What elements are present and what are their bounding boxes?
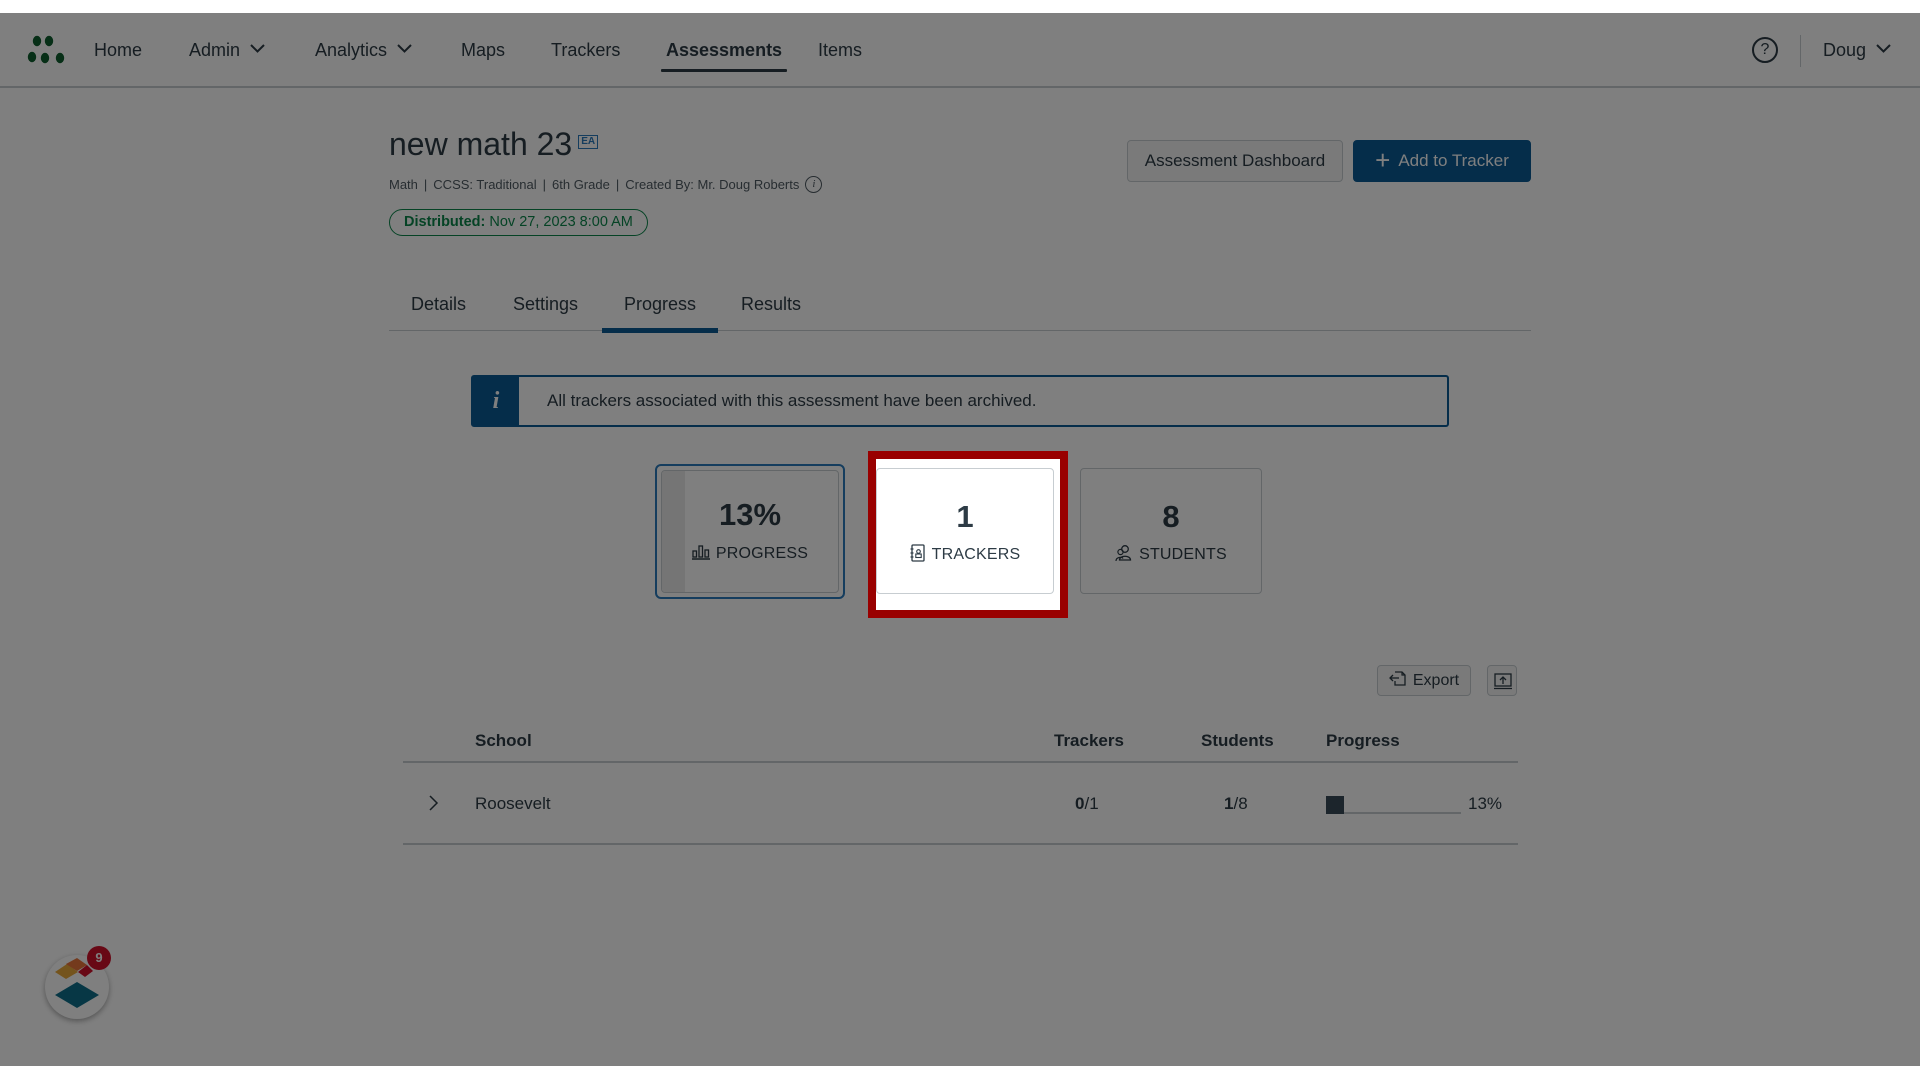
bar-chart-icon bbox=[691, 545, 710, 560]
nav-admin-label: Admin bbox=[189, 40, 241, 60]
tab-details[interactable]: Details bbox=[389, 283, 488, 331]
chevron-down-icon bbox=[1876, 44, 1891, 53]
tab-results[interactable]: Results bbox=[719, 283, 823, 331]
chevron-down-icon bbox=[397, 44, 412, 53]
table-header: School Trackers Students Progress bbox=[403, 718, 1518, 763]
page: Home Admin Analytics Maps Trackers Asses… bbox=[0, 13, 1920, 1066]
tab-progress[interactable]: Progress bbox=[602, 283, 719, 333]
nav-items[interactable]: Items bbox=[818, 13, 862, 88]
nav-admin[interactable]: Admin bbox=[189, 13, 265, 88]
add-to-tracker-button[interactable]: + Add to Tracker bbox=[1353, 140, 1531, 182]
app-logo[interactable] bbox=[27, 35, 69, 65]
nav-home-label: Home bbox=[94, 40, 143, 60]
nav-divider bbox=[1800, 35, 1801, 67]
tab-settings[interactable]: Settings bbox=[491, 283, 600, 331]
students-card[interactable]: 8 STUDENTS bbox=[1080, 468, 1262, 594]
meta-separator: | bbox=[423, 177, 428, 192]
schools-table: School Trackers Students Progress Roosev… bbox=[403, 718, 1518, 845]
table-row[interactable]: Roosevelt 0/1 1/8 13% bbox=[403, 763, 1518, 845]
chevron-down-icon bbox=[250, 44, 265, 53]
progress-label: PROGRESS bbox=[657, 545, 843, 563]
info-banner: i All trackers associated with this asse… bbox=[471, 375, 1449, 427]
column-progress[interactable]: Progress bbox=[1326, 731, 1400, 751]
help-widget-button[interactable]: 9 bbox=[45, 946, 111, 1019]
progress-track bbox=[1326, 812, 1461, 814]
trackers-label: TRACKERS bbox=[877, 544, 1053, 564]
nav-analytics[interactable]: Analytics bbox=[315, 13, 412, 88]
nav-assessments-label: Assessments bbox=[666, 40, 783, 60]
meta-separator: | bbox=[542, 177, 547, 192]
upload-icon bbox=[1494, 673, 1512, 690]
page-title: new math 23 EA bbox=[389, 126, 599, 163]
export-label: Export bbox=[1412, 672, 1460, 689]
assessment-meta: Math | CCSS: Traditional | 6th Grade | Created… bbox=[389, 176, 823, 194]
nav-assessments[interactable]: Assessments bbox=[660, 13, 788, 88]
column-school[interactable]: School bbox=[475, 731, 532, 751]
meta-standard: CCSS: Traditional bbox=[433, 177, 537, 192]
export-button[interactable]: Export bbox=[1377, 665, 1471, 696]
column-trackers[interactable]: Trackers bbox=[1054, 731, 1124, 751]
users-icon bbox=[1115, 545, 1132, 562]
assessment-dashboard-button[interactable]: Assessment Dashboard bbox=[1127, 140, 1343, 182]
students-value: 8 bbox=[1162, 499, 1180, 534]
top-nav: Home Admin Analytics Maps Trackers Asses… bbox=[0, 13, 1920, 88]
add-to-tracker-label: Add to Tracker bbox=[1398, 151, 1509, 170]
nav-trackers[interactable]: Trackers bbox=[551, 13, 620, 88]
nav-maps[interactable]: Maps bbox=[461, 13, 505, 88]
students-total: /8 bbox=[1233, 794, 1248, 813]
distributed-badge: Distributed: Nov 27, 2023 8:00 AM bbox=[389, 209, 648, 236]
assessment-dashboard-label: Assessment Dashboard bbox=[1144, 151, 1326, 170]
user-name: Doug bbox=[1823, 40, 1867, 60]
students-label-text: STUDENTS bbox=[1139, 546, 1227, 564]
nav-analytics-label: Analytics bbox=[315, 40, 388, 60]
students-count: 1/8 bbox=[1224, 794, 1248, 814]
info-icon: i bbox=[473, 377, 519, 425]
upload-button[interactable] bbox=[1487, 665, 1517, 696]
ea-badge: EA bbox=[578, 134, 599, 149]
plus-icon: + bbox=[1375, 144, 1391, 175]
meta-creator: Created By: Mr. Doug Roberts bbox=[625, 177, 800, 192]
trackers-card[interactable]: 1 TRACKERS bbox=[876, 468, 1054, 594]
progress-percent: 13% bbox=[1468, 794, 1503, 813]
tab-bar: Details Settings Progress Results bbox=[389, 283, 1531, 333]
trackers-total: /1 bbox=[1084, 794, 1099, 813]
assessment-title: new math 23 bbox=[389, 126, 573, 162]
trackers-count: 0/1 bbox=[1075, 794, 1099, 814]
trackers-value: 1 bbox=[956, 499, 974, 534]
school-name[interactable]: Roosevelt bbox=[475, 794, 551, 814]
meta-grade: 6th Grade bbox=[552, 177, 610, 192]
meta-separator: | bbox=[615, 177, 620, 192]
notification-badge: 9 bbox=[87, 946, 111, 970]
progress-value: 13% bbox=[718, 497, 782, 532]
distributed-date: Nov 27, 2023 8:00 AM bbox=[489, 214, 633, 230]
trackers-label-text: TRACKERS bbox=[931, 546, 1021, 564]
distributed-label: Distributed: bbox=[404, 214, 486, 230]
column-students[interactable]: Students bbox=[1201, 731, 1274, 751]
tab-details-label: Details bbox=[411, 294, 467, 314]
tracker-book-icon bbox=[910, 544, 925, 562]
info-icon[interactable]: i bbox=[805, 176, 823, 194]
nav-maps-label: Maps bbox=[461, 40, 506, 60]
nav-items-label: Items bbox=[818, 40, 863, 60]
export-icon bbox=[1388, 671, 1406, 686]
tab-settings-label: Settings bbox=[513, 294, 579, 314]
progress-bar bbox=[1326, 796, 1461, 814]
nav-home[interactable]: Home bbox=[94, 13, 142, 88]
help-icon[interactable]: ? bbox=[1752, 37, 1778, 63]
progress-fill bbox=[1326, 796, 1344, 814]
progress-label-text: PROGRESS bbox=[715, 545, 809, 562]
nav-trackers-label: Trackers bbox=[551, 40, 621, 60]
user-menu[interactable]: Doug bbox=[1823, 13, 1891, 88]
students-label: STUDENTS bbox=[1081, 545, 1261, 564]
banner-text: All trackers associated with this assess… bbox=[547, 391, 1037, 410]
progress-card[interactable]: 13% PROGRESS bbox=[655, 464, 845, 599]
chevron-right-icon[interactable] bbox=[423, 793, 443, 813]
meta-subject: Math bbox=[389, 177, 418, 192]
tab-results-label: Results bbox=[741, 294, 802, 314]
tab-progress-label: Progress bbox=[624, 294, 697, 314]
